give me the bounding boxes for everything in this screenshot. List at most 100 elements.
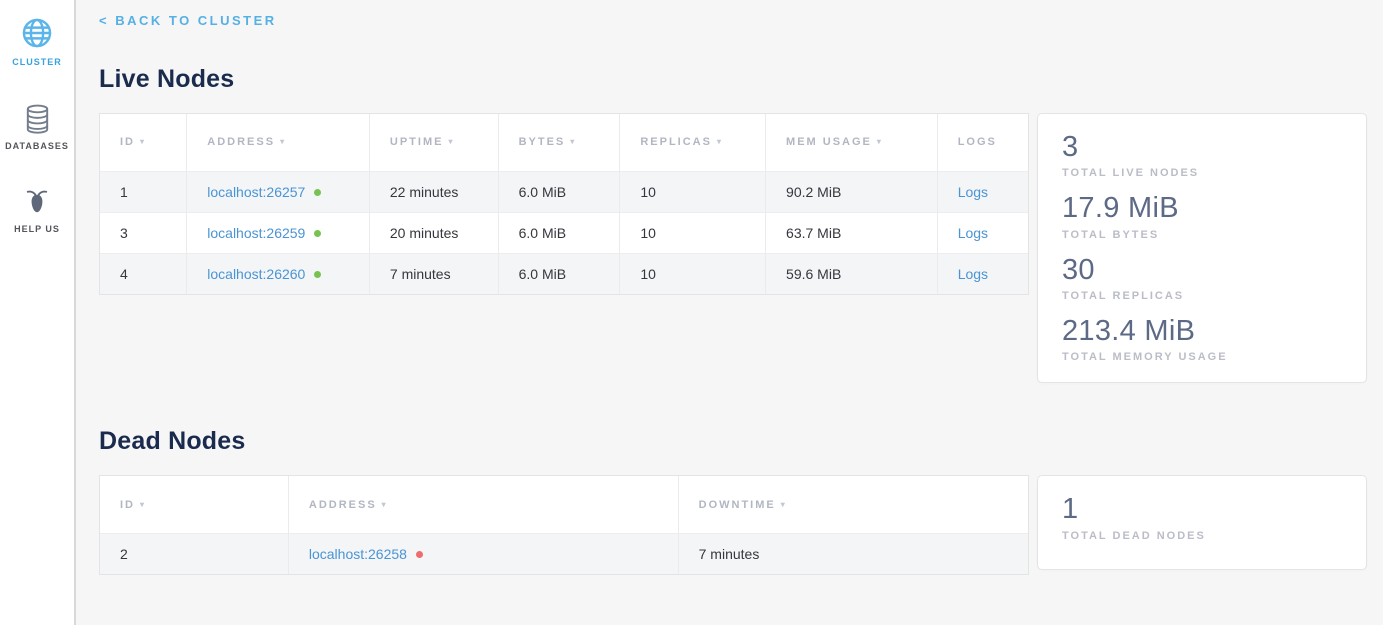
mem-usage-cell: 90.2 MiB bbox=[766, 171, 938, 212]
replicas-cell: 10 bbox=[620, 212, 766, 253]
dead-nodes-title: Dead Nodes bbox=[99, 427, 1383, 456]
node-address-link[interactable]: localhost:26260 bbox=[207, 266, 305, 282]
column-header-bytes[interactable]: BYTES ▾ bbox=[498, 114, 620, 171]
node-address-link[interactable]: localhost:26257 bbox=[207, 184, 305, 200]
bytes-cell: 6.0 MiB bbox=[498, 212, 620, 253]
node-logs-link[interactable]: Logs bbox=[958, 266, 988, 282]
mem-usage-cell: 59.6 MiB bbox=[766, 253, 938, 294]
summary-stat-label: TOTAL DEAD NODES bbox=[1062, 530, 1342, 542]
main-content: < BACK TO CLUSTER Live Nodes ID ▾ ADDRESS ▾… bbox=[76, 0, 1383, 625]
column-header-label: ADDRESS bbox=[309, 499, 377, 511]
sort-arrow-icon: ▾ bbox=[781, 500, 787, 509]
live-nodes-section: ID▾ADDRESS▾UPTIME▾BYTES▾REPLICAS▾MEM USA… bbox=[99, 113, 1383, 383]
id-cell: 4 bbox=[100, 253, 187, 294]
column-header-mem-usage[interactable]: MEM USAGE ▾ bbox=[766, 114, 938, 171]
column-header-label: ID bbox=[120, 136, 135, 148]
table-header-row: ID ▾ ADDRESS ▾ DOWNTIME ▾ bbox=[100, 476, 1028, 533]
sort-arrow-icon: ▾ bbox=[717, 137, 723, 146]
sort-arrow-icon: ▾ bbox=[570, 137, 576, 146]
table-row: 1 localhost:26257 22 minutes6.0 MiB1090.2 … bbox=[100, 171, 1028, 212]
summary-stat: 30 TOTAL REPLICAS bbox=[1062, 254, 1342, 302]
summary-stat: 3 TOTAL LIVE NODES bbox=[1062, 131, 1342, 179]
address-cell: localhost:26259 bbox=[187, 212, 370, 253]
id-cell: 2 bbox=[100, 533, 288, 574]
sort-arrow-icon: ▾ bbox=[280, 137, 286, 146]
bug-icon bbox=[22, 187, 52, 217]
id-cell: 1 bbox=[100, 171, 187, 212]
summary-stat-value: 17.9 MiB bbox=[1062, 192, 1342, 225]
column-header-downtime[interactable]: DOWNTIME ▾ bbox=[678, 476, 1028, 533]
table-row: 3 localhost:26259 20 minutes6.0 MiB1063.7 … bbox=[100, 212, 1028, 253]
column-header-address[interactable]: ADDRESS ▾ bbox=[288, 476, 678, 533]
summary-stat-value: 3 bbox=[1062, 131, 1342, 164]
uptime-cell: 20 minutes bbox=[369, 212, 498, 253]
table-header-row: ID▾ADDRESS▾UPTIME▾BYTES▾REPLICAS▾MEM USA… bbox=[100, 114, 1028, 171]
live-nodes-table: ID▾ADDRESS▾UPTIME▾BYTES▾REPLICAS▾MEM USA… bbox=[99, 113, 1029, 295]
sort-arrow-icon: ▾ bbox=[877, 137, 883, 146]
sort-arrow-icon: ▾ bbox=[140, 137, 146, 146]
column-header-id[interactable]: ID ▾ bbox=[100, 114, 187, 171]
column-header-label: MEM USAGE bbox=[786, 136, 872, 148]
node-logs-link[interactable]: Logs bbox=[958, 225, 988, 241]
column-header-label: DOWNTIME bbox=[699, 499, 776, 511]
id-cell: 3 bbox=[100, 212, 187, 253]
bytes-cell: 6.0 MiB bbox=[498, 171, 620, 212]
column-header-logs: LOGS bbox=[937, 114, 1028, 171]
node-status-dot-icon bbox=[314, 271, 321, 278]
node-logs-link[interactable]: Logs bbox=[958, 184, 988, 200]
uptime-cell: 22 minutes bbox=[369, 171, 498, 212]
column-header-uptime[interactable]: UPTIME ▾ bbox=[369, 114, 498, 171]
sort-arrow-icon: ▾ bbox=[448, 137, 454, 146]
table-row: 2 localhost:26258 7 minutes bbox=[100, 533, 1028, 574]
sidebar: CLUSTER DATABASES HELP US bbox=[0, 0, 76, 625]
downtime-cell: 7 minutes bbox=[678, 533, 1028, 574]
database-icon bbox=[22, 103, 53, 134]
column-header-label: ID bbox=[120, 499, 135, 511]
sidebar-item-help-us[interactable]: HELP US bbox=[0, 183, 74, 238]
node-status-dot-icon bbox=[416, 551, 423, 558]
logs-cell: Logs bbox=[937, 212, 1028, 253]
column-header-replicas[interactable]: REPLICAS ▾ bbox=[620, 114, 766, 171]
summary-stat-label: TOTAL LIVE NODES bbox=[1062, 167, 1342, 179]
node-status-dot-icon bbox=[314, 230, 321, 237]
live-nodes-title: Live Nodes bbox=[99, 65, 1383, 94]
node-status-dot-icon bbox=[314, 189, 321, 196]
column-header-label: REPLICAS bbox=[640, 136, 712, 148]
node-address-link[interactable]: localhost:26258 bbox=[309, 546, 407, 562]
column-header-label: BYTES bbox=[519, 136, 566, 148]
summary-stat-label: TOTAL BYTES bbox=[1062, 229, 1342, 241]
uptime-cell: 7 minutes bbox=[369, 253, 498, 294]
address-cell: localhost:26258 bbox=[288, 533, 678, 574]
column-header-address[interactable]: ADDRESS▾ bbox=[187, 114, 370, 171]
logs-cell: Logs bbox=[937, 253, 1028, 294]
summary-stat-label: TOTAL MEMORY USAGE bbox=[1062, 351, 1342, 363]
sidebar-item-cluster[interactable]: CLUSTER bbox=[0, 12, 74, 71]
logs-cell: Logs bbox=[937, 171, 1028, 212]
summary-stat-label: TOTAL REPLICAS bbox=[1062, 290, 1342, 302]
globe-icon bbox=[20, 16, 54, 50]
summary-stat: 1 TOTAL DEAD NODES bbox=[1062, 493, 1342, 541]
column-header-label: UPTIME bbox=[390, 136, 444, 148]
replicas-cell: 10 bbox=[620, 171, 766, 212]
sidebar-item-label: CLUSTER bbox=[12, 57, 62, 67]
back-to-cluster-link[interactable]: < BACK TO CLUSTER bbox=[99, 13, 277, 28]
summary-stat-value: 1 bbox=[1062, 493, 1342, 526]
sort-arrow-icon: ▾ bbox=[140, 500, 146, 509]
mem-usage-cell: 63.7 MiB bbox=[766, 212, 938, 253]
address-cell: localhost:26257 bbox=[187, 171, 370, 212]
app-window: CLUSTER DATABASES HELP US < BACK TO CLUS… bbox=[0, 0, 1383, 625]
column-header-label: LOGS bbox=[958, 136, 997, 148]
table-row: 4 localhost:26260 7 minutes6.0 MiB1059.6 M… bbox=[100, 253, 1028, 294]
summary-stat-value: 30 bbox=[1062, 254, 1342, 287]
summary-stat: 17.9 MiB TOTAL BYTES bbox=[1062, 192, 1342, 240]
bytes-cell: 6.0 MiB bbox=[498, 253, 620, 294]
sort-arrow-icon: ▾ bbox=[382, 500, 388, 509]
sidebar-item-label: HELP US bbox=[14, 224, 60, 234]
replicas-cell: 10 bbox=[620, 253, 766, 294]
summary-stat-value: 213.4 MiB bbox=[1062, 315, 1342, 348]
sidebar-item-label: DATABASES bbox=[5, 141, 69, 151]
address-cell: localhost:26260 bbox=[187, 253, 370, 294]
column-header-id[interactable]: ID ▾ bbox=[100, 476, 288, 533]
sidebar-item-databases[interactable]: DATABASES bbox=[0, 99, 74, 155]
node-address-link[interactable]: localhost:26259 bbox=[207, 225, 305, 241]
